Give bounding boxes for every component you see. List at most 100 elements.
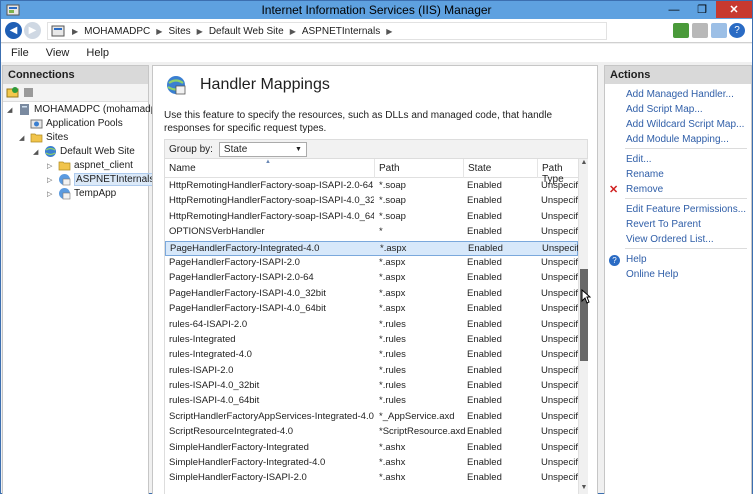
cell-path-type: Unspecifie (541, 410, 579, 422)
table-row[interactable]: PageHandlerFactory-ISAPI-2.0-64 *.aspx Ena… (165, 271, 579, 286)
cell-state: Enabled (467, 303, 502, 315)
cell-name: rules-ISAPI-4.0_64bit (169, 395, 260, 407)
table-row[interactable]: SimpleHandlerFactory-ISAPI-2.0 *.ashx Enab… (165, 471, 579, 486)
table-row[interactable]: HttpRemotingHandlerFactory-soap-ISAPI-4.… (165, 210, 579, 225)
chevron-right-icon: ▶ (196, 26, 203, 36)
table-row[interactable]: PageHandlerFactory-Integrated-4.0 *.aspx E… (165, 240, 580, 256)
tree-node[interactable]: ◢ Default Web Site (33, 145, 135, 158)
action-link[interactable]: Help (626, 254, 647, 265)
action-link[interactable]: Add Script Map... (626, 104, 703, 115)
breadcrumb[interactable]: ▶ MOHAMADPC ▶ Sites ▶ Default Web Site ▶… (47, 22, 607, 40)
action-link[interactable]: Add Managed Handler... (626, 89, 734, 100)
tree-expander-icon[interactable]: ▷ (47, 162, 55, 170)
column-header-path-type[interactable]: Path Type (538, 159, 578, 185)
cell-path: *.soap (379, 195, 406, 207)
table-row[interactable]: SimpleHandlerFactory-Integrated *.ashx Ena… (165, 441, 579, 456)
stop-icon[interactable] (692, 23, 708, 38)
table-row[interactable]: PageHandlerFactory-ISAPI-4.0_64bit *.aspx… (165, 302, 579, 317)
handler-mappings-grid: Name ▲ Path State Path Type HttpRemoting… (164, 159, 588, 494)
cell-state: Enabled (467, 441, 502, 453)
tree-expander-icon[interactable]: ◢ (33, 148, 41, 156)
go-icon[interactable] (673, 23, 689, 38)
home-icon[interactable] (711, 23, 727, 38)
save-icon[interactable] (22, 86, 35, 99)
menu-help[interactable]: Help (86, 47, 109, 59)
cell-path-type: Unspecifie (541, 364, 579, 376)
action-link[interactable]: Add Wildcard Script Map... (626, 119, 744, 130)
tree-node[interactable]: ◢ MOHAMADPC (mohamadpc (7, 103, 161, 116)
tree-node[interactable]: ▷ aspnet_client (47, 159, 133, 172)
help-icon[interactable]: ? (729, 23, 745, 38)
action-link[interactable]: Revert To Parent (626, 219, 701, 230)
table-row[interactable]: ScriptHandlerFactoryAppServices-Integrat… (165, 410, 579, 425)
folder-icon (58, 161, 71, 171)
breadcrumb-item[interactable]: MOHAMADPC (84, 26, 150, 37)
table-row[interactable]: rules-ISAPI-4.0_32bit *.rules Enabled Unspe… (165, 379, 579, 394)
table-row[interactable]: SimpleHandlerFactory-Integrated-4.0 *.ash… (165, 456, 579, 471)
cell-path: *.rules (379, 349, 406, 361)
table-row[interactable]: HttpRemotingHandlerFactory-soap-ISAPI-2.… (165, 179, 579, 194)
minimize-button[interactable]: — (660, 1, 688, 18)
maximize-button[interactable]: ❐ (689, 1, 715, 18)
tree-expander-icon[interactable]: ◢ (19, 134, 27, 142)
cell-state: Enabled (467, 287, 502, 299)
scroll-down-arrow-icon[interactable]: ▼ (579, 484, 588, 494)
cell-path: *.aspx (379, 287, 406, 299)
breadcrumb-item[interactable]: Default Web Site (209, 26, 284, 37)
cell-path: *.ashx (379, 472, 406, 484)
action-link[interactable]: View Ordered List... (626, 234, 714, 245)
forward-button[interactable]: ▶ (24, 22, 41, 39)
cell-state: Enabled (467, 364, 502, 376)
iis-manager-window: Internet Information Services (IIS) Mana… (0, 0, 753, 494)
connections-toolbar (3, 84, 148, 102)
group-by-select[interactable]: State ▼ (218, 141, 307, 157)
menu-file[interactable]: File (11, 47, 29, 59)
tree-expander-icon[interactable]: ▷ (47, 176, 55, 184)
table-row[interactable]: rules-Integrated *.rules Enabled Unspecifie (165, 333, 579, 348)
table-row[interactable]: PageHandlerFactory-ISAPI-2.0 *.aspx Enable… (165, 256, 579, 271)
table-row[interactable]: rules-Integrated-4.0 *.rules Enabled Unspec… (165, 348, 579, 363)
group-by-bar: Group by: State ▼ (164, 139, 588, 159)
action-link[interactable]: Edit Feature Permissions... (626, 204, 746, 215)
column-header-path[interactable]: Path (375, 159, 464, 178)
cell-state: Enabled (467, 318, 502, 330)
action-link[interactable]: Add Module Mapping... (626, 134, 729, 145)
tree-node-label: TempApp (74, 188, 117, 199)
table-row[interactable]: HttpRemotingHandlerFactory-soap-ISAPI-4.… (165, 194, 579, 209)
tree-expander-icon[interactable]: ◢ (7, 106, 15, 114)
tree-node[interactable]: ▷ ASPNETInternals (47, 173, 157, 186)
cell-name: PageHandlerFactory-ISAPI-4.0_64bit (169, 303, 326, 315)
menu-view[interactable]: View (46, 47, 70, 59)
cell-path: *.aspx (380, 242, 407, 254)
cell-state: Enabled (467, 210, 502, 222)
breadcrumb-item[interactable]: Sites (168, 26, 190, 37)
tree-node[interactable]: Application Pools (19, 117, 123, 130)
table-row[interactable]: rules-ISAPI-2.0 *.rules Enabled Unspecifie (165, 364, 579, 379)
cell-state: Enabled (467, 457, 502, 469)
tree-node[interactable]: ▷ TempApp (47, 187, 116, 200)
tree-node[interactable]: ◢ Sites (19, 131, 68, 144)
table-row[interactable]: OPTIONSVerbHandler * Enabled Unspecifie (165, 225, 579, 240)
table-row[interactable]: rules-64-ISAPI-2.0 *.rules Enabled Unspecif… (165, 318, 579, 333)
connect-icon[interactable] (6, 86, 19, 99)
action-link[interactable]: Remove (626, 184, 663, 195)
action-link[interactable]: Rename (626, 169, 664, 180)
back-button[interactable]: ◀ (5, 22, 22, 39)
remove-icon: ✕ (609, 184, 619, 196)
chevron-right-icon: ▶ (156, 26, 163, 36)
scroll-thumb[interactable] (580, 269, 588, 361)
column-header-state[interactable]: State (464, 159, 538, 178)
cell-path-type: Unspecifie (541, 380, 579, 392)
action-link[interactable]: Online Help (626, 269, 678, 280)
table-row[interactable]: rules-ISAPI-4.0_64bit *.rules Enabled Unspe… (165, 394, 579, 409)
tree-expander-icon[interactable]: ▷ (47, 190, 55, 198)
scroll-up-arrow-icon[interactable]: ▲ (579, 159, 588, 171)
action-link[interactable]: Edit... (626, 154, 652, 165)
breadcrumb-item[interactable]: ASPNETInternals (302, 26, 380, 37)
cell-state: Enabled (467, 195, 502, 207)
table-row[interactable]: ScriptResourceIntegrated-4.0 *ScriptResou… (165, 425, 579, 440)
table-row[interactable]: PageHandlerFactory-ISAPI-4.0_32bit *.aspx… (165, 287, 579, 302)
cell-path-type: Unspecifie (541, 256, 579, 268)
close-button[interactable]: ✕ (716, 1, 752, 18)
vertical-scrollbar[interactable]: ▲ ▼ (578, 159, 588, 494)
